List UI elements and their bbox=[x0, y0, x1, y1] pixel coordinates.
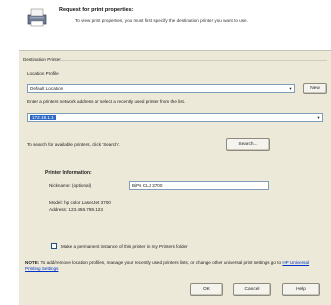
location-profile-value: Default Location bbox=[30, 86, 64, 91]
model-line: Model: hp color LaserJet 3700 bbox=[49, 200, 111, 205]
print-properties-dialog: Request for print properties: To view pr… bbox=[19, 0, 331, 305]
permanent-instance-label: Make a permanent instance of this printe… bbox=[61, 244, 188, 249]
location-profile-label: Location Profile bbox=[27, 71, 59, 76]
cancel-button[interactable]: Cancel bbox=[233, 283, 271, 296]
search-instructions: To search for available printers, click … bbox=[27, 142, 120, 147]
dialog-header: Request for print properties: To view pr… bbox=[19, 0, 331, 51]
address-line: Address: 123.456.789.123 bbox=[49, 207, 103, 212]
printer-icon bbox=[27, 8, 47, 27]
nickname-field[interactable]: BiPs CLJ 3700 bbox=[129, 181, 269, 190]
printer-address-combobox[interactable]: 172.19.1.1 ▼ bbox=[27, 113, 323, 122]
address-instructions: Enter a printers network address or sele… bbox=[27, 99, 186, 104]
location-profile-select[interactable]: Default Location ▼ bbox=[27, 84, 295, 93]
destination-group-label: Destination Printer bbox=[23, 57, 61, 62]
nickname-value: BiPs CLJ 3700 bbox=[132, 183, 163, 188]
chevron-down-icon[interactable]: ▼ bbox=[287, 85, 294, 92]
group-divider bbox=[59, 60, 327, 61]
help-button[interactable]: Help bbox=[282, 283, 320, 296]
printer-info-heading: Printer Information: bbox=[45, 170, 92, 176]
printer-address-value: 172.19.1.1 bbox=[30, 115, 56, 120]
new-location-button[interactable]: New bbox=[303, 83, 327, 94]
ok-button[interactable]: OK bbox=[190, 283, 223, 296]
search-button[interactable]: Search... bbox=[226, 138, 270, 151]
note-prefix: NOTE: bbox=[25, 260, 40, 265]
chevron-down-icon[interactable]: ▼ bbox=[315, 114, 322, 121]
permanent-instance-checkbox[interactable] bbox=[51, 243, 57, 249]
header-description: To view print properties, you must first… bbox=[75, 18, 248, 23]
nickname-label: Nickname: (optional) bbox=[49, 183, 92, 188]
note-body: To add/remove location profiles, manage … bbox=[39, 260, 283, 265]
header-title: Request for print properties: bbox=[59, 7, 134, 13]
note-text: NOTE: To add/remove location profiles, m… bbox=[25, 260, 325, 272]
